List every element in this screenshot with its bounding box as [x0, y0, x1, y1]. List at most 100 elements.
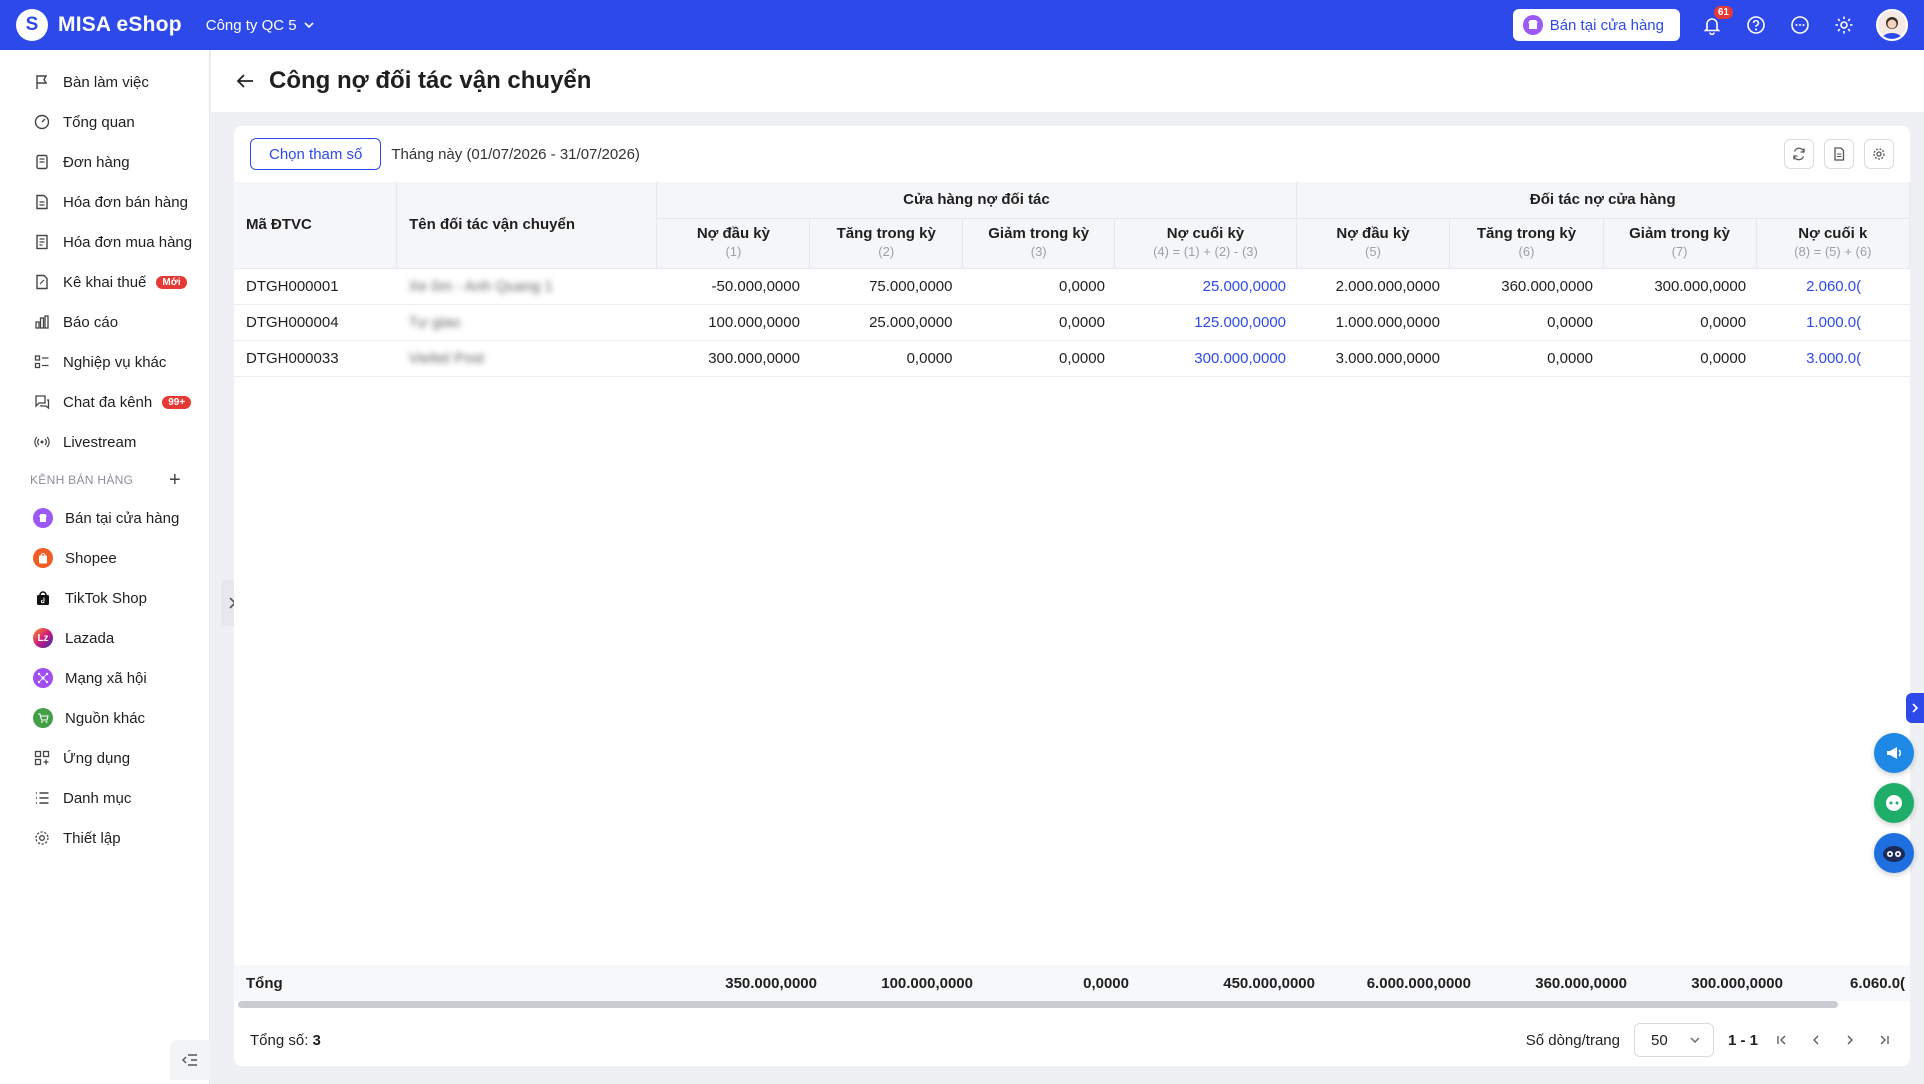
cell-link-value[interactable]: 3.000.0( [1756, 340, 1910, 377]
channel-label: Mạng xã hội [65, 669, 147, 687]
sidebar-item-label: Livestream [63, 433, 137, 451]
sidebar-item-overview[interactable]: Tổng quan [0, 102, 209, 142]
column-label: Nợ đầu kỳ [1336, 225, 1410, 242]
sidebar-item-settings[interactable]: Thiết lập [0, 818, 209, 858]
lazada-icon: Lz [33, 628, 53, 648]
cell-value: -50.000,0000 [656, 268, 810, 305]
cell-link-value[interactable]: 125.000,0000 [1114, 304, 1297, 341]
channel-item-lazada[interactable]: Lz Lazada [0, 618, 209, 658]
column-header[interactable]: Nợ cuối kỳ (4) = (1) + (2) - (3) [1114, 218, 1297, 269]
broadcast-icon [33, 433, 51, 451]
app-name[interactable]: MISA eShop [58, 13, 182, 37]
channel-item-shopee[interactable]: Shopee [0, 538, 209, 578]
sidebar-item-chat[interactable]: Chat đa kênh 99+ [0, 382, 209, 422]
total-value: 350.000,0000 [725, 974, 817, 992]
sidebar-item-other-operations[interactable]: Nghiệp vụ khác [0, 342, 209, 382]
cell-name: Xe ôm - Anh Quang 1 [396, 268, 657, 305]
rows-per-page-label: Số dòng/trang [1525, 1031, 1620, 1049]
column-header[interactable]: Tăng trong kỳ (6) [1449, 218, 1604, 269]
first-page-icon[interactable] [1772, 1028, 1792, 1052]
sidebar-item-sales-invoice[interactable]: Hóa đơn bán hàng [0, 182, 209, 222]
sidebar-item-livestream[interactable]: Livestream [0, 422, 209, 462]
channel-item-store[interactable]: Bán tại cửa hàng [0, 498, 209, 538]
gear-icon[interactable] [1864, 139, 1894, 169]
column-label: Tăng trong kỳ [1476, 225, 1577, 242]
back-arrow-icon[interactable] [231, 67, 259, 95]
sidebar-item-label: Kê khai thuế [63, 273, 147, 291]
cell-link-value[interactable]: 300.000,0000 [1114, 340, 1297, 377]
cell-link-value[interactable]: 1.000.0( [1756, 304, 1910, 341]
partner-name-blurred: Tự giao [408, 313, 461, 331]
table-row[interactable]: DTGH000004 Tự giao 100.000,0000 25.000,0… [234, 304, 1910, 341]
gear-icon[interactable] [1832, 13, 1856, 37]
logo-icon[interactable]: S [16, 9, 48, 41]
notification-bell-icon[interactable]: 61 [1700, 5, 1734, 37]
table-row[interactable]: DTGH000001 Xe ôm - Anh Quang 1 -50.000,0… [234, 268, 1910, 305]
sell-in-store-button[interactable]: Bán tại cửa hàng [1512, 9, 1680, 41]
purchase-invoice-icon [33, 233, 51, 251]
next-page-icon[interactable] [1840, 1028, 1860, 1052]
sidebar-item-label: Danh mục [63, 789, 132, 807]
sidebar-item-purchase-invoice[interactable]: Hóa đơn mua hàng [0, 222, 209, 262]
cell-value: 100.000,0000 [656, 304, 810, 341]
channel-item-other-source[interactable]: Nguồn khác [0, 698, 209, 738]
sidebar-item-workspace[interactable]: Bàn làm việc [0, 62, 209, 102]
cell-link-value[interactable]: 2.060.0( [1756, 268, 1910, 305]
total-value: 6.000.000,0000 [1366, 974, 1471, 992]
floating-panel-toggle[interactable] [1906, 693, 1924, 723]
column-header[interactable]: Tăng trong kỳ (2) [809, 218, 963, 269]
column-header-name[interactable]: Tên đối tác vận chuyển [396, 182, 658, 269]
sales-channel-title: KÊNH BÁN HÀNG [30, 473, 134, 487]
total-value: 6.060.0( [1850, 974, 1906, 992]
column-label: Giảm trong kỳ [988, 225, 1090, 242]
order-icon [33, 153, 51, 171]
company-selector[interactable]: Công ty QC 5 [206, 17, 315, 34]
channel-item-tiktok[interactable]: TikTok Shop [0, 578, 209, 618]
last-page-icon[interactable] [1874, 1028, 1894, 1052]
report-icon [33, 313, 51, 331]
export-icon[interactable] [1824, 139, 1854, 169]
sidebar-item-apps[interactable]: Ứng dụng [0, 738, 209, 778]
group-header-partner-owes: Đối tác nợ cửa hàng [1296, 182, 1910, 219]
column-header[interactable]: Nợ cuối k (8) = (5) + (6) [1756, 218, 1910, 269]
sidebar-item-orders[interactable]: Đơn hàng [0, 142, 209, 182]
sidebar-item-reports[interactable]: Báo cáo [0, 302, 209, 342]
report-toolbar: Chọn tham số Tháng này (01/07/2026 - 31/… [234, 126, 1910, 182]
collapse-sidebar-icon[interactable] [170, 1040, 210, 1080]
horizontal-scrollbar[interactable] [238, 1001, 1838, 1008]
sidebar-item-tax[interactable]: Kê khai thuế Mới [0, 262, 209, 302]
channel-item-social[interactable]: Mạng xã hội [0, 658, 209, 698]
more-icon[interactable] [1788, 13, 1812, 37]
sidebar-item-catalog[interactable]: Danh mục [0, 778, 209, 818]
cell-value: 25.000,0000 [809, 304, 963, 341]
choose-parameters-button[interactable]: Chọn tham số [250, 138, 382, 170]
column-header[interactable]: Giảm trong kỳ (3) [962, 218, 1116, 269]
column-header-code[interactable]: Mã ĐTVC [234, 182, 398, 269]
apps-icon [33, 749, 51, 767]
help-icon[interactable] [1744, 13, 1768, 37]
column-header[interactable]: Nợ đầu kỳ (5) [1296, 218, 1451, 269]
table-row[interactable]: DTGH000033 Viettel Post 300.000,0000 0,0… [234, 340, 1910, 377]
column-note: (7) [1671, 244, 1688, 259]
column-header[interactable]: Giảm trong kỳ (7) [1603, 218, 1757, 269]
partner-name-blurred: Viettel Post [408, 349, 485, 367]
column-header[interactable]: Nợ đầu kỳ (1) [656, 218, 811, 269]
cell-link-value[interactable]: 25.000,0000 [1114, 268, 1297, 305]
rows-per-page-select[interactable]: 50 [1633, 1023, 1714, 1057]
refresh-icon[interactable] [1784, 139, 1814, 169]
add-channel-icon[interactable]: + [169, 469, 181, 492]
channel-label: TikTok Shop [65, 589, 147, 607]
cell-value: 0,0000 [962, 340, 1115, 377]
total-value: 0,0000 [1083, 974, 1129, 992]
prev-page-icon[interactable] [1806, 1028, 1826, 1052]
cell-value: 0,0000 [1603, 340, 1757, 377]
cell-code: DTGH000033 [234, 340, 397, 377]
sidebar-item-label: Chat đa kênh [63, 393, 153, 411]
support-chat-icon[interactable] [1874, 783, 1914, 823]
user-avatar[interactable] [1876, 9, 1908, 41]
assistant-bot-icon[interactable] [1874, 833, 1914, 873]
cart-icon [33, 708, 53, 728]
table-footer: Tổng số: 3 Số dòng/trang 50 1 - 1 [234, 1014, 1910, 1066]
column-note: (8) = (5) + (6) [1794, 244, 1872, 259]
announcement-icon[interactable] [1874, 733, 1914, 773]
